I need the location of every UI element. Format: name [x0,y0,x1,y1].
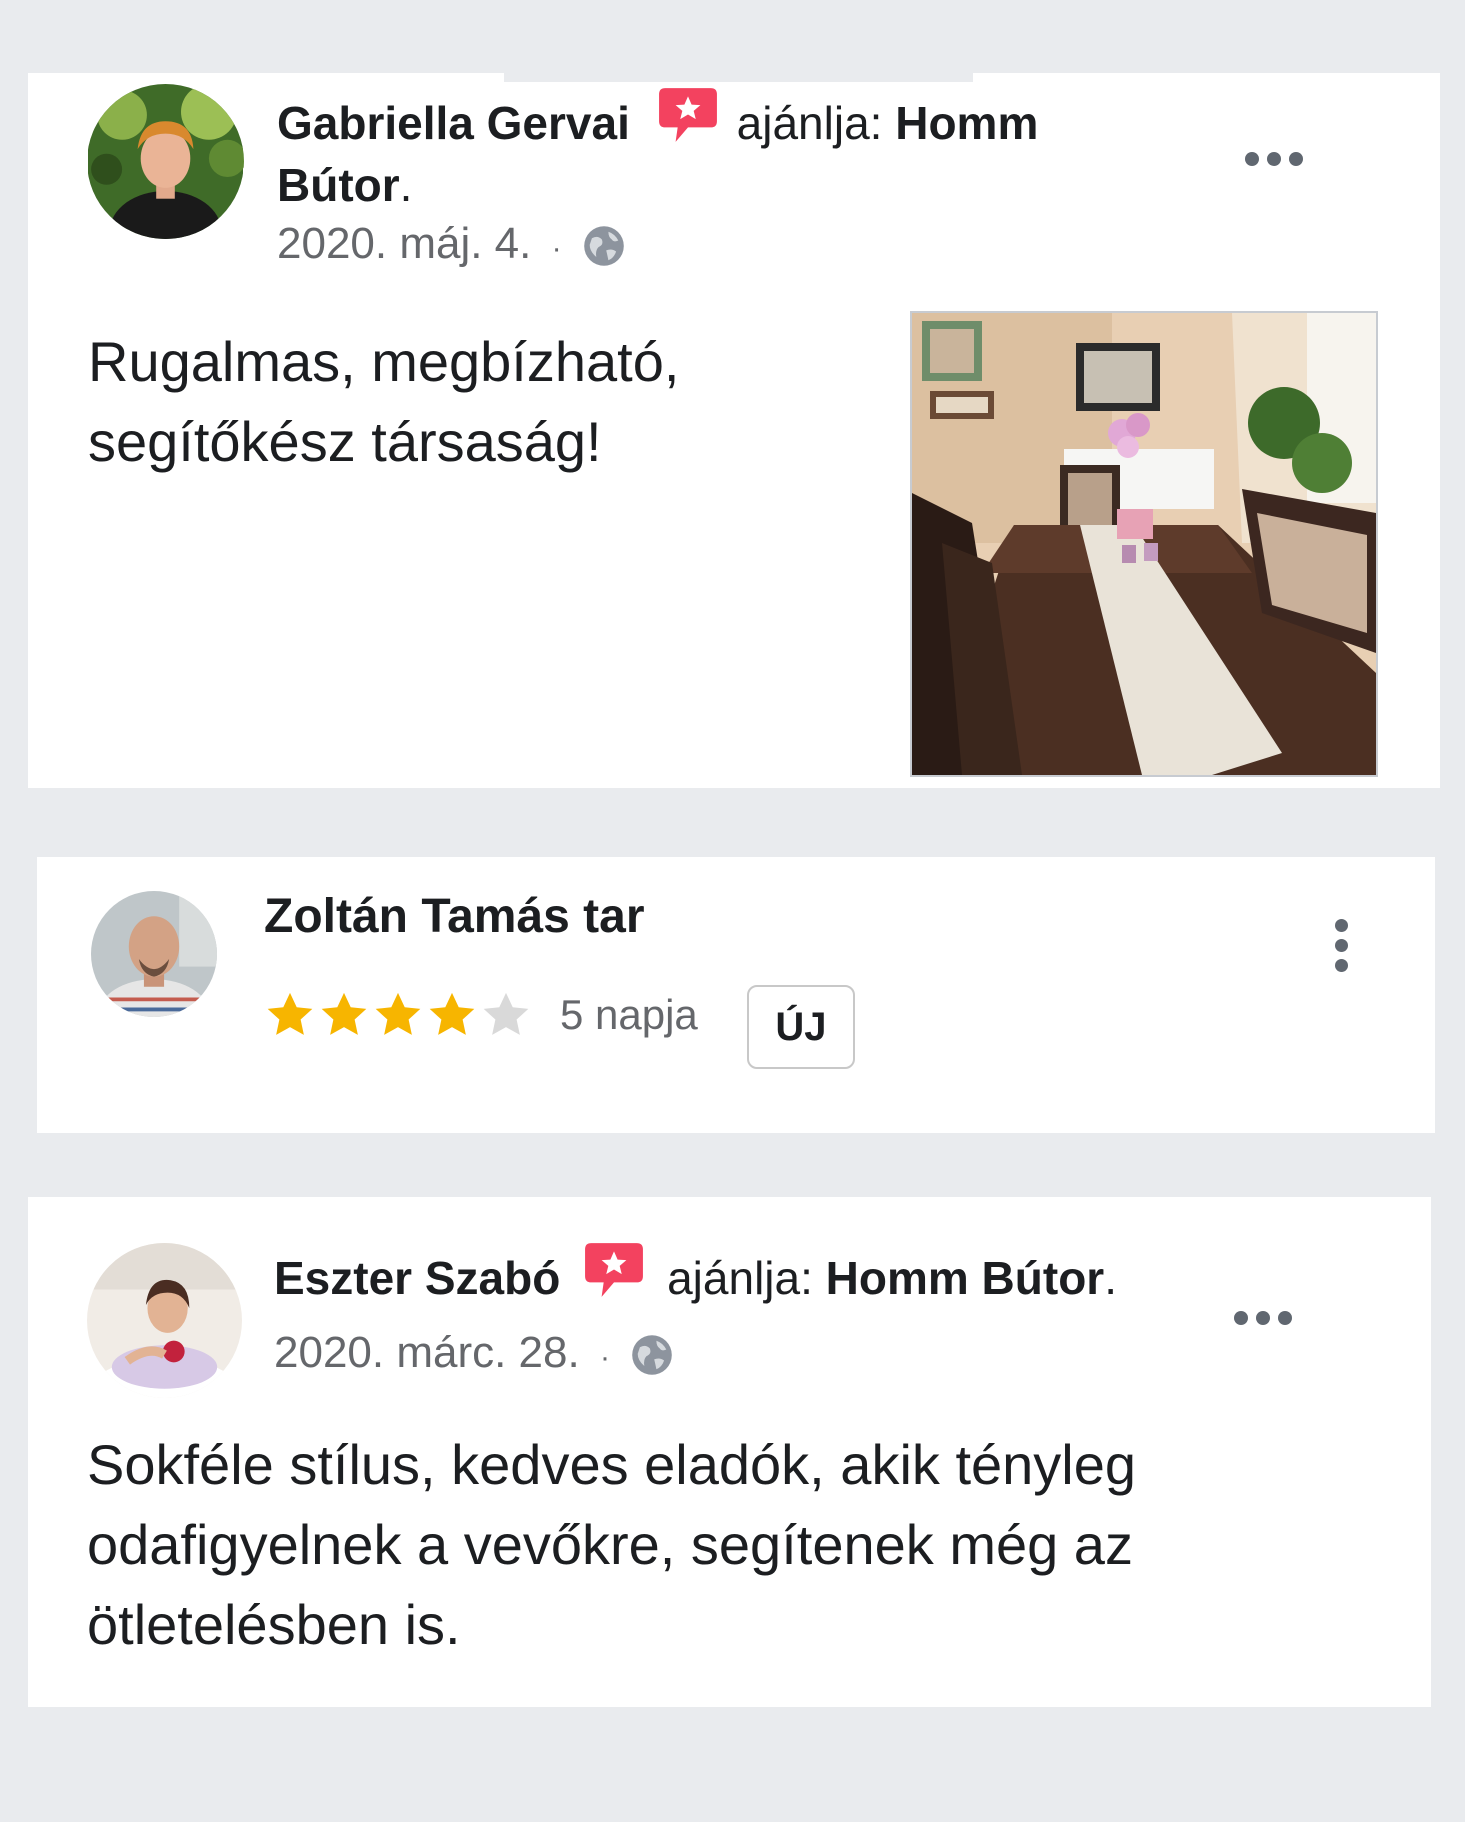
globe-icon [582,224,626,268]
review-header: Gabriella Gervai ajánlja: Homm Bútor. [277,88,1177,216]
star-filled-icon [429,992,475,1035]
recommendation-badge-icon [583,1239,645,1301]
post-meta: 2020. máj. 4. · [277,216,626,277]
review-text: Rugalmas, megbízható, segítőkész társasá… [88,330,680,473]
star-empty-icon [483,992,529,1035]
avatar[interactable] [87,84,244,239]
post-date[interactable]: 2020. máj. 4. [277,219,531,268]
page-name-continued[interactable]: Bútor [277,159,400,211]
review-card: Gabriella Gervai ajánlja: Homm Bútor. 20… [28,82,1440,788]
period: . [1104,1252,1117,1304]
review-card: Zoltán Tamás tar 5 napja ÚJ [37,857,1435,1133]
author-name[interactable]: Gabriella Gervai [277,97,630,149]
star-filled-icon [375,992,421,1035]
more-options-icon[interactable] [1234,1311,1292,1325]
vertical-more-options-icon[interactable] [1335,919,1348,972]
period: . [399,159,413,211]
new-badge: ÚJ [747,985,855,1069]
top-divider-right [973,73,1440,82]
globe-icon [630,1333,674,1377]
page-name[interactable]: Homm [895,97,1038,149]
meta-separator: · [551,232,562,265]
recommendation-badge-icon [657,84,719,146]
time-ago: 5 napja [560,991,698,1038]
post-meta: 2020. márc. 28. · [274,1325,674,1386]
more-options-icon[interactable] [1245,152,1303,166]
author-name[interactable]: Zoltán Tamás tar [264,887,645,947]
recommends-label: ajánlja: [736,97,883,149]
review-card: Eszter Szabó ajánlja: Homm Bútor. 2020. … [28,1197,1431,1707]
star-rating [264,989,532,1041]
post-date[interactable]: 2020. márc. 28. [274,1328,580,1377]
avatar[interactable] [91,891,217,1017]
rating-row: 5 napja [264,985,698,1045]
recommends-label: ajánlja: [667,1252,813,1304]
meta-separator: · [599,1341,610,1374]
star-filled-icon [267,992,313,1035]
review-text: Sokféle stílus, kedves eladók, akik tény… [87,1433,1137,1656]
review-header: Eszter Szabó ajánlja: Homm Bútor. [274,1243,1274,1309]
top-divider-left [28,73,504,82]
star-filled-icon [321,992,367,1035]
page-name[interactable]: Homm Bútor [826,1252,1105,1304]
avatar[interactable] [87,1243,242,1398]
author-name[interactable]: Eszter Szabó [274,1252,560,1304]
review-photo[interactable] [910,311,1378,777]
